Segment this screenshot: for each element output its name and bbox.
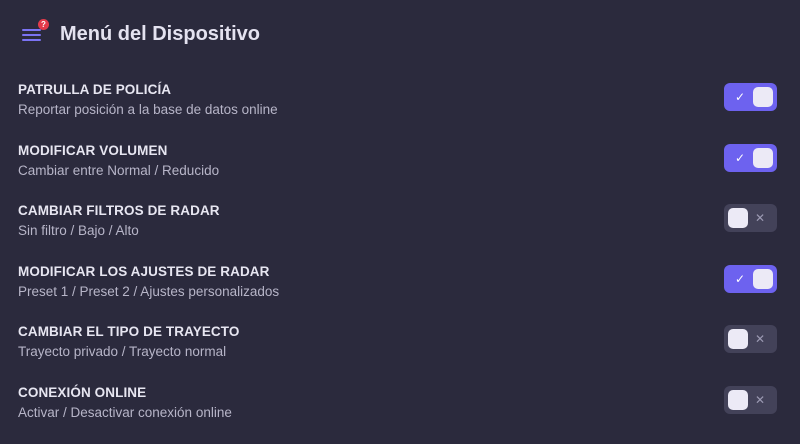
x-icon: ✕: [754, 332, 766, 346]
setting-row: MODIFICAR VOLUMEN Cambiar entre Normal / …: [0, 142, 800, 196]
setting-title: MODIFICAR LOS AJUSTES DE RADAR: [18, 264, 270, 279]
x-icon: ✕: [754, 393, 766, 407]
setting-description: Trayecto privado / Trayecto normal: [18, 344, 227, 359]
setting-description: Reportar posición a la base de datos onl…: [18, 102, 278, 117]
setting-row: MODIFICAR LOS AJUSTES DE RADAR Preset 1 /…: [0, 263, 800, 317]
setting-row: PATRULLA DE POLICÍA Reportar posición a l…: [0, 81, 800, 135]
setting-row: CONEXIÓN ONLINE Activar / Desactivar cone…: [0, 384, 800, 438]
setting-title: PATRULLA DE POLICÍA: [18, 82, 172, 97]
setting-title: MODIFICAR VOLUMEN: [18, 143, 168, 158]
setting-toggle[interactable]: ✓: [724, 83, 777, 111]
setting-description: Activar / Desactivar conexión online: [18, 405, 232, 420]
setting-description: Sin filtro / Bajo / Alto: [18, 223, 139, 238]
setting-title: CONEXIÓN ONLINE: [18, 385, 147, 400]
toggle-knob: [728, 390, 748, 410]
toggle-knob: [728, 329, 748, 349]
x-icon: ✕: [754, 211, 766, 225]
setting-row: CAMBIAR FILTROS DE RADAR Sin filtro / Baj…: [0, 202, 800, 256]
check-icon: ✓: [734, 90, 746, 104]
setting-toggle[interactable]: ✕: [724, 325, 777, 353]
check-icon: ✓: [734, 272, 746, 286]
toggle-knob: [728, 208, 748, 228]
setting-description: Cambiar entre Normal / Reducido: [18, 163, 220, 178]
setting-toggle[interactable]: ✓: [724, 144, 777, 172]
toggle-knob: [753, 87, 773, 107]
check-icon: ✓: [734, 151, 746, 165]
setting-toggle[interactable]: ✕: [724, 386, 777, 414]
setting-title: CAMBIAR EL TIPO DE TRAYECTO: [18, 324, 240, 339]
toggle-knob: [753, 269, 773, 289]
toggle-knob: [753, 148, 773, 168]
device-menu-panel: ? Menú del Dispositivo PATRULLA DE POLIC…: [0, 0, 800, 444]
setting-description: Preset 1 / Preset 2 / Ajustes personaliz…: [18, 284, 280, 299]
setting-title: CAMBIAR FILTROS DE RADAR: [18, 203, 220, 218]
setting-toggle[interactable]: ✕: [724, 204, 777, 232]
setting-toggle[interactable]: ✓: [724, 265, 777, 293]
setting-row: CAMBIAR EL TIPO DE TRAYECTO Trayecto priv…: [0, 323, 800, 377]
settings-list: PATRULLA DE POLICÍA Reportar posición a l…: [0, 0, 800, 444]
